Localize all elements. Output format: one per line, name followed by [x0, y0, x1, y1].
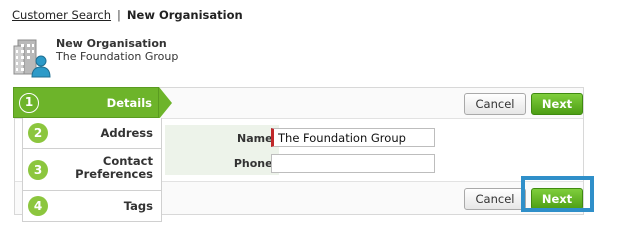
name-label: Name:: [237, 132, 277, 145]
step-address[interactable]: 2 Address: [22, 118, 162, 149]
entity-title: New Organisation: [56, 37, 167, 50]
cancel-button-top[interactable]: Cancel: [464, 93, 526, 115]
name-input[interactable]: [271, 128, 435, 147]
step-number-1: 1: [19, 93, 39, 113]
breadcrumb-customer-search-link[interactable]: Customer Search: [12, 8, 111, 22]
step-label-tags: Tags: [123, 199, 153, 213]
step-label-contact-preferences: Contact Preferences: [75, 154, 153, 181]
cancel-button-bottom[interactable]: Cancel: [464, 188, 526, 210]
step-number-4: 4: [28, 196, 48, 216]
step-label-address: Address: [100, 126, 153, 140]
step-details[interactable]: 1 Details: [13, 87, 159, 118]
breadcrumb: Customer Search | New Organisation: [12, 8, 243, 22]
entity-subtitle: The Foundation Group: [56, 50, 179, 63]
step-number-2: 2: [28, 123, 48, 143]
step-label-details: Details: [106, 96, 152, 110]
step-number-3: 3: [28, 160, 48, 180]
next-button-top[interactable]: Next: [531, 93, 583, 115]
breadcrumb-separator: |: [117, 8, 121, 22]
entity-header: New Organisation The Foundation Group: [12, 36, 312, 80]
step-active-arrow: [159, 87, 172, 119]
next-button-highlight: [521, 176, 594, 212]
phone-label: Phone:: [233, 157, 277, 170]
step-contact-preferences[interactable]: 3 Contact Preferences: [22, 149, 162, 191]
step-tags[interactable]: 4 Tags: [22, 191, 162, 222]
organisation-building-person-icon: [12, 36, 52, 78]
breadcrumb-current: New Organisation: [126, 8, 243, 22]
phone-input[interactable]: [271, 154, 435, 173]
